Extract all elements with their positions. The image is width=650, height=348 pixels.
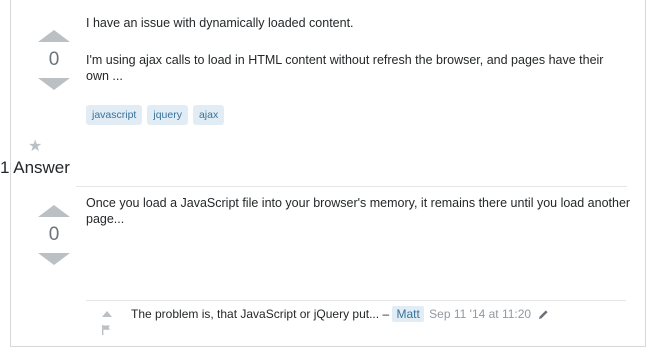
comment-body: The problem is, that JavaScript or jQuer… bbox=[131, 307, 380, 321]
question-downvote-arrow-icon[interactable] bbox=[38, 78, 70, 90]
answers-divider bbox=[76, 186, 627, 187]
answer-vote-cell: 0 bbox=[36, 205, 72, 265]
tag-javascript[interactable]: javascript bbox=[86, 105, 143, 125]
answer-vote-count: 0 bbox=[48, 224, 60, 245]
comments-divider bbox=[86, 300, 626, 301]
flag-icon[interactable] bbox=[102, 325, 111, 335]
answer-downvote-arrow-icon[interactable] bbox=[38, 253, 70, 265]
comment-content: The problem is, that JavaScript or jQuer… bbox=[131, 306, 549, 322]
question-upvote-arrow-icon[interactable] bbox=[38, 30, 70, 42]
comment-date[interactable]: Sep 11 '14 at 11:20 bbox=[429, 307, 531, 321]
question-title: I have an issue with dynamically loaded … bbox=[86, 16, 354, 30]
answer-upvote-arrow-icon[interactable] bbox=[38, 205, 70, 217]
tag-jquery[interactable]: jquery bbox=[147, 105, 188, 125]
favorite-star-icon[interactable]: ★ bbox=[28, 136, 42, 156]
question-vote-cell: 0 bbox=[36, 30, 72, 90]
question-tags: javascript jquery ajax bbox=[86, 105, 225, 125]
comment-user-link[interactable]: Matt bbox=[392, 306, 424, 322]
question-vote-count: 0 bbox=[48, 49, 60, 70]
tag-ajax[interactable]: ajax bbox=[192, 105, 225, 125]
question-excerpt: I'm using ajax calls to load in HTML con… bbox=[86, 53, 604, 83]
comment-dash: – bbox=[382, 307, 390, 321]
comment-upvote-icon[interactable] bbox=[102, 311, 112, 317]
answer-body: Once you load a JavaScript file into you… bbox=[86, 196, 631, 226]
pencil-edit-icon[interactable] bbox=[538, 309, 549, 320]
answers-count-header: 1 Answer bbox=[0, 158, 70, 177]
